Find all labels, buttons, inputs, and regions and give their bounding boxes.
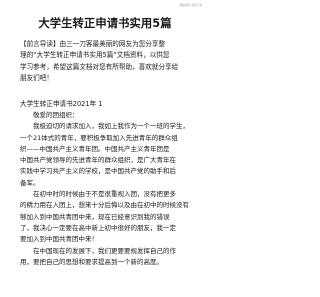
preface-line: 理的“大学生转正申请书实用5篇”文档资料，以供您	[20, 51, 170, 60]
section-title: 大学生转正申请书2021年 1	[20, 100, 103, 108]
header-watermark: 精编资料·欢迎下载	[179, 4, 202, 7]
body-line: 备军。	[20, 178, 40, 187]
body-line: 我极迫切的请求加入，我如上我作为一个一班的学生，	[33, 122, 189, 131]
greeting-line: 敬爱的团组织：	[33, 111, 79, 119]
preface-line: 朋友们吧！	[20, 73, 53, 82]
document-page: { "watermark": "精编资料·欢迎下载", "title": "大学…	[0, 0, 210, 297]
body-line: 织——中国共产主义青年团。中国共产主义青年团是	[20, 144, 170, 153]
body-line: 了，我决心一定要在高中新上初中很好的朋友，我一定	[20, 223, 176, 232]
preface-paragraph: 【前言导读】由三一刀客最美丽的网友为您分享整 理的“大学生转正申请书实用5篇”文…	[20, 39, 190, 84]
body-line: 在初中时的时候由于不是很重视入团，没有把更多	[33, 190, 176, 199]
body-line: 一个21体式的青年，要积极争取加入先进青年的群众组	[20, 133, 178, 142]
body-line: 中国共产党领导的先进青年的群众组织，是广大青年在	[20, 156, 176, 165]
body-line: 要加入到中国共青团中来！	[20, 235, 98, 244]
preface-line: 学习参考，希望这篇文档对您有所帮助，喜欢就分享给	[20, 62, 179, 71]
body-paragraphs: 敬爱的团组织： 我极迫切的请求加入，我如上我作为一个一班的学生， 一个21体式的…	[20, 110, 192, 268]
document-title: 大学生转正申请书实用5篇	[38, 17, 172, 30]
body-line: 的精力用在入团上，想来十分后悔以及由在初中的时候没有	[20, 201, 189, 210]
body-line: 够加入到中国共青团中来，现在已经意识到我的错误	[20, 212, 170, 221]
body-line: 用，要把自己的思想和要求提高到一个新的高度。	[20, 257, 163, 266]
body-line: 在中国现在的发展下，我们更要要规发挥自己的作	[33, 246, 176, 255]
body-line: 实践中学习共产主义的学校，是中国共产党的助手和后	[20, 167, 176, 176]
preface-line: 【前言导读】由三一刀客最美丽的网友为您分享整	[20, 40, 166, 48]
